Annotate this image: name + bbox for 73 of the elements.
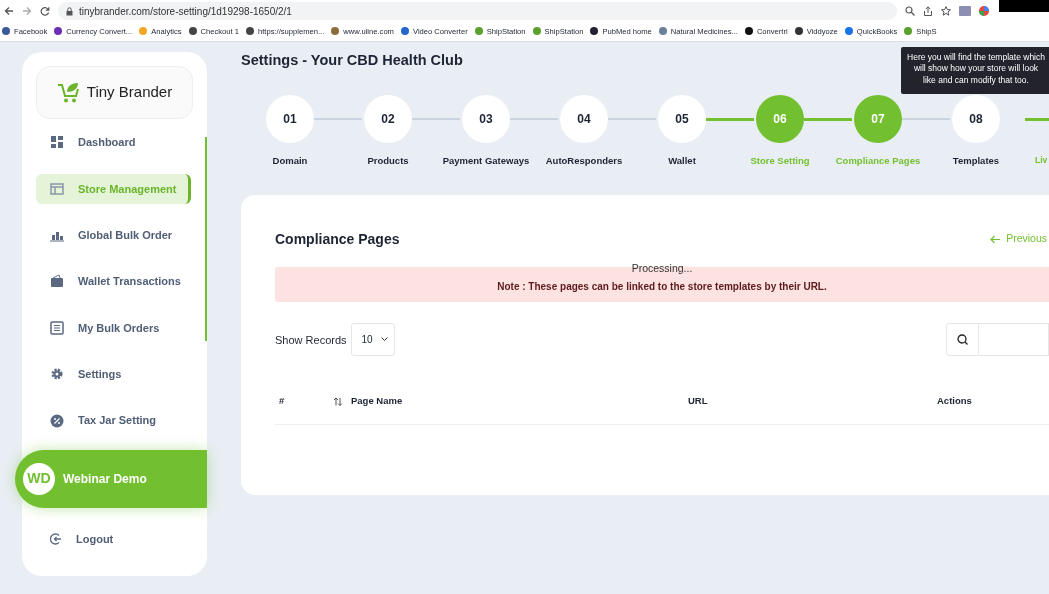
- bookmark-icon: [590, 27, 599, 36]
- bookmark-icon: [246, 27, 254, 36]
- sidebar-item[interactable]: Settings: [36, 359, 191, 390]
- card-title: Compliance Pages: [275, 230, 400, 248]
- show-records-label: Show Records: [275, 332, 347, 348]
- search-field[interactable]: [979, 323, 1049, 357]
- lock-icon: [66, 6, 73, 16]
- bookmark-icon: [139, 27, 148, 36]
- step-label: Domain: [272, 154, 308, 169]
- sidebar-item[interactable]: Tax Jar Setting: [36, 405, 191, 436]
- back-icon[interactable]: [4, 6, 14, 16]
- page-title: Settings - Your CBD Health Club: [241, 52, 463, 70]
- step-label: Store Setting: [750, 154, 810, 169]
- column-header[interactable]: Page Name: [351, 394, 403, 409]
- sidebar-item[interactable]: Global Bulk Order: [36, 219, 191, 251]
- processing-text: Processing...: [631, 261, 693, 277]
- step-circle[interactable]: 01: [266, 95, 314, 144]
- logout-icon: [50, 532, 62, 545]
- url-text: tinybrander.com/store-setting/1d19298-1650/2/1: [79, 4, 292, 19]
- note-text: Note : These pages can be linked to the store templates by their URL.: [497, 280, 827, 295]
- list-icon: [50, 320, 64, 335]
- settings-icon: [50, 367, 64, 382]
- sidebar-item[interactable]: Dashboard: [36, 127, 191, 158]
- zoom-icon[interactable]: [905, 6, 915, 16]
- step-label: Liv: [1035, 154, 1048, 168]
- bookmark-icon: [904, 27, 913, 36]
- step-label: Payment Gateways: [442, 154, 530, 169]
- star-icon[interactable]: [941, 6, 951, 16]
- step-circle[interactable]: 05: [658, 95, 706, 144]
- step-circle[interactable]: 04: [560, 95, 608, 144]
- sidebar-item[interactable]: Wallet Transactions: [36, 266, 191, 297]
- address-bar[interactable]: tinybrander.com/store-setting/1d19298-1650/2/1: [58, 2, 897, 20]
- bookmark-icon: [331, 27, 340, 36]
- bookmark-icon: [2, 27, 10, 36]
- logout-link[interactable]: Logout: [36, 523, 191, 554]
- step-circle[interactable]: 08: [952, 95, 1000, 144]
- reload-icon[interactable]: [40, 6, 50, 16]
- share-icon[interactable]: [923, 6, 933, 16]
- search-icon: [957, 334, 968, 346]
- step-label: AutoResponders: [545, 154, 623, 169]
- bookmark-icon: [532, 27, 541, 36]
- step-label: Wallet: [668, 154, 696, 169]
- wallet-icon: [50, 274, 64, 289]
- step-label: Compliance Pages: [835, 154, 921, 169]
- chevron-down-icon: [380, 337, 388, 343]
- column-header[interactable]: Actions: [937, 394, 972, 409]
- arrow-left-icon: [990, 234, 1002, 244]
- column-header[interactable]: #: [279, 394, 285, 409]
- step-circle[interactable]: 03: [462, 95, 510, 144]
- bookmark-icon: [474, 27, 483, 36]
- grid-icon: [50, 135, 64, 150]
- bookmark-icon: [188, 27, 197, 36]
- bookmark-icon: [844, 27, 853, 36]
- bookmark-icon: [744, 27, 753, 36]
- sort-icon[interactable]: [333, 397, 343, 407]
- sidebar-item[interactable]: My Bulk Orders: [36, 312, 191, 344]
- cart-leaf-logo-icon: [56, 81, 81, 104]
- bookmark-icon: [658, 27, 667, 36]
- logo-text: Tiny Brander: [86, 82, 173, 103]
- user-name: Webinar Demo: [63, 470, 147, 488]
- bookmark-icon: [400, 27, 409, 36]
- bookmark-icon: [54, 27, 63, 36]
- step-circle[interactable]: 02: [364, 95, 412, 144]
- records-select[interactable]: 10: [350, 323, 395, 357]
- tooltip: Here you will find the template which will show how your store will look like and can modify that too.: [901, 47, 1049, 94]
- window-icon: [50, 181, 64, 196]
- percent-icon: [50, 413, 64, 428]
- step-label: Templates: [952, 154, 1000, 169]
- column-header[interactable]: URL: [688, 394, 708, 409]
- bookmark-icon: [794, 27, 803, 36]
- color-wheel-icon[interactable]: [979, 6, 989, 16]
- step-label: Products: [367, 154, 409, 169]
- avatar-initials: WD: [23, 462, 55, 495]
